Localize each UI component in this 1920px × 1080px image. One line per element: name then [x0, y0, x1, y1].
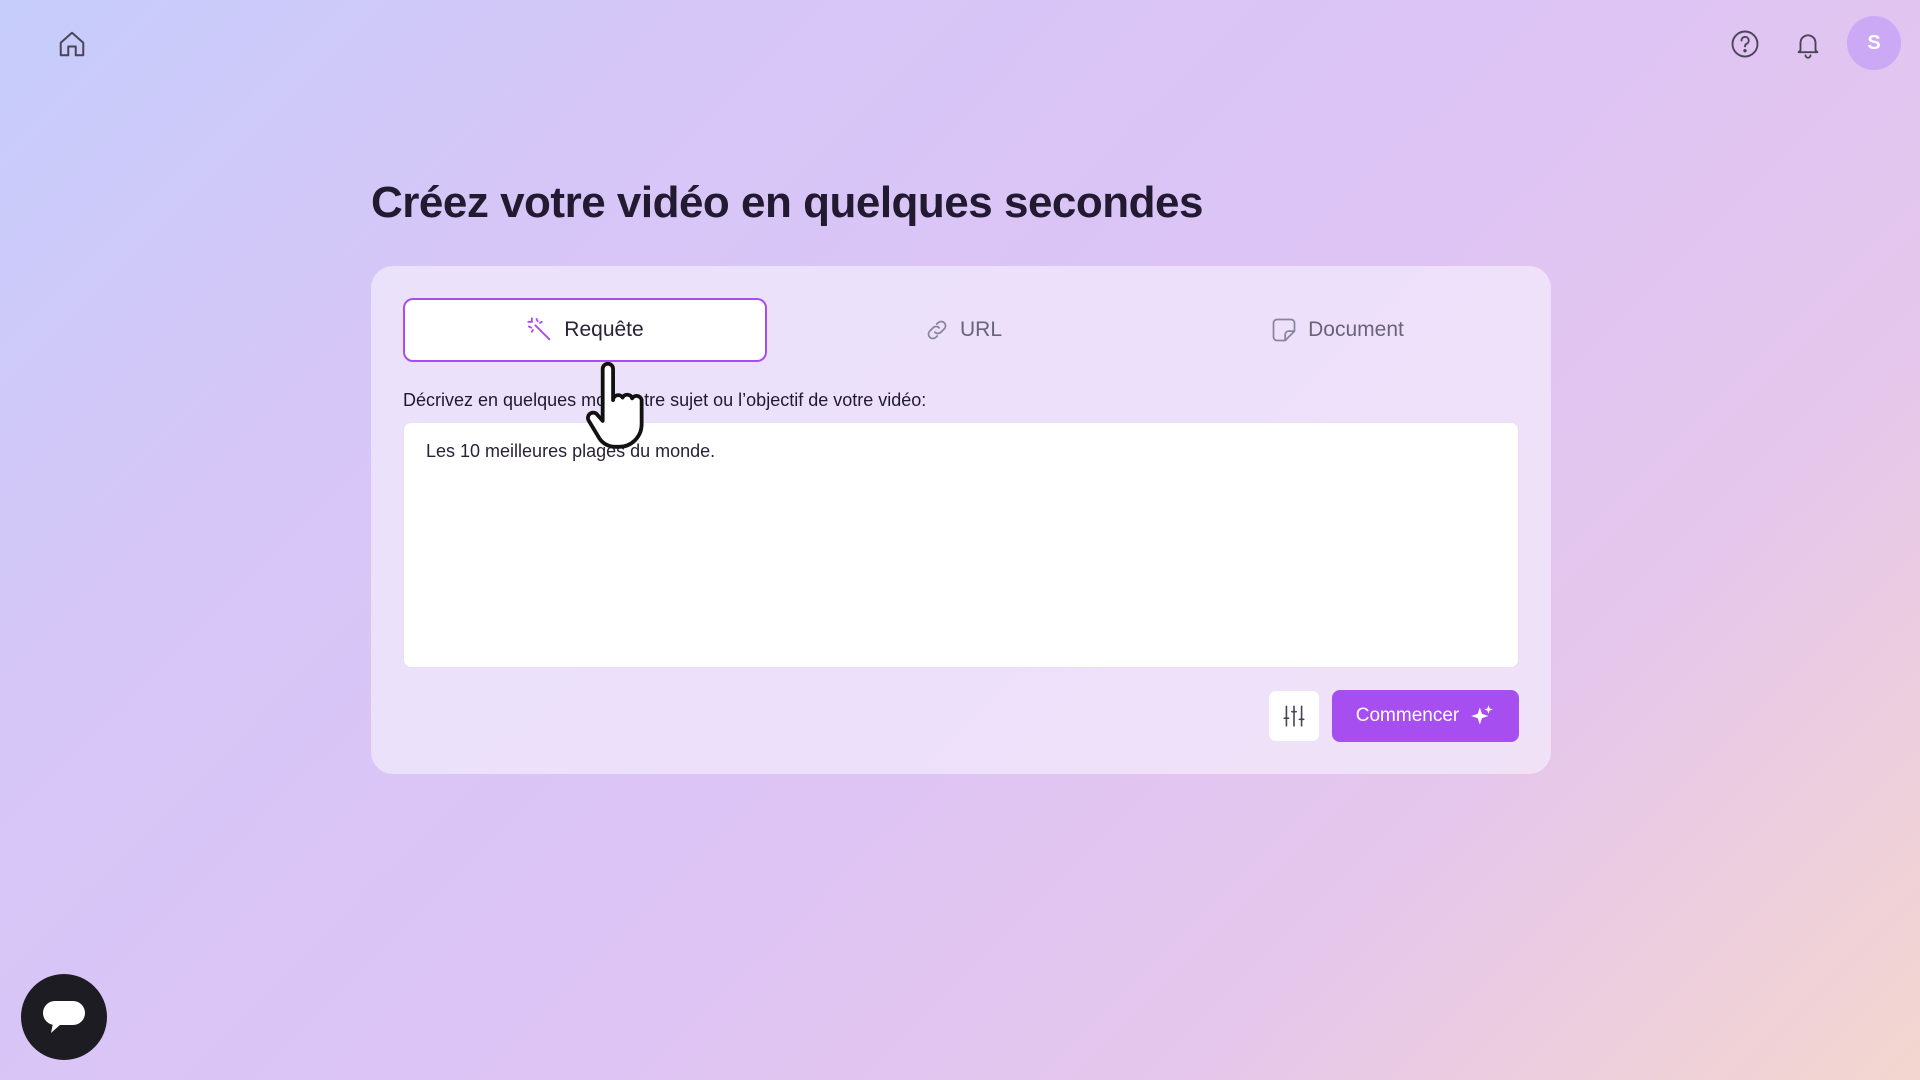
- user-avatar[interactable]: S: [1847, 16, 1901, 70]
- tab-document[interactable]: Document: [1155, 298, 1519, 362]
- tab-request-label: Requête: [564, 318, 644, 341]
- tab-document-label: Document: [1308, 318, 1404, 341]
- tab-url-label: URL: [959, 318, 1002, 341]
- sliders-icon: [1283, 705, 1305, 727]
- start-button[interactable]: Commencer: [1332, 690, 1519, 742]
- notifications-button[interactable]: [1788, 24, 1828, 64]
- start-button-label: Commencer: [1355, 705, 1460, 726]
- document-icon: [1272, 318, 1296, 342]
- chat-widget-button[interactable]: [21, 974, 107, 1060]
- magic-wand-icon: [527, 317, 551, 341]
- help-button[interactable]: [1725, 24, 1765, 64]
- prompt-value: Les 10 meilleures plages du monde.: [426, 441, 716, 461]
- tab-url[interactable]: URL: [781, 298, 1145, 362]
- sparkles-icon: [1471, 705, 1494, 725]
- tab-request[interactable]: Requête: [403, 298, 767, 362]
- settings-button[interactable]: [1268, 690, 1320, 742]
- create-video-card: Requête URL Document Décrivez en quelque…: [371, 266, 1551, 774]
- prompt-label: Décrivez en quelques mots votre sujet ou…: [403, 390, 927, 410]
- home-icon: [59, 31, 85, 57]
- help-circle-icon: [1731, 30, 1759, 58]
- home-button[interactable]: [52, 24, 92, 64]
- bell-icon: [1797, 34, 1819, 59]
- avatar-initial: S: [1867, 31, 1881, 54]
- prompt-input[interactable]: Les 10 meilleures plages du monde.: [403, 422, 1519, 668]
- page-title: Créez votre vidéo en quelques secondes: [371, 178, 1203, 227]
- link-icon: [927, 320, 947, 340]
- chat-icon: [43, 1001, 85, 1033]
